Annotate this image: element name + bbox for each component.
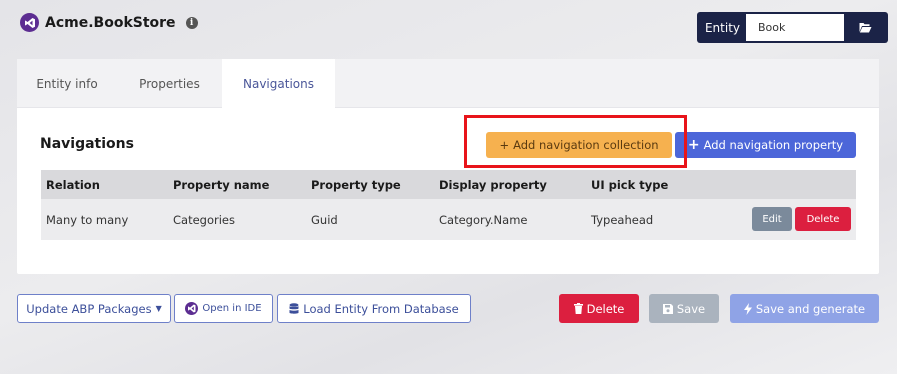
tab-properties[interactable]: Properties [117, 59, 222, 108]
save-and-generate-label: Save and generate [755, 301, 866, 316]
update-abp-packages-button[interactable]: Update ABP Packages ▼ [17, 294, 171, 323]
tab-bar: Entity info Properties Navigations [17, 59, 879, 108]
cell-property-type: Guid [311, 212, 338, 227]
trash-icon [573, 303, 583, 314]
open-in-ide-button[interactable]: Open in IDE [174, 294, 273, 323]
database-icon [289, 302, 299, 315]
app-title: Acme.BookStore [45, 14, 176, 31]
column-header-property-type: Property type [311, 177, 401, 192]
add-navigation-collection-label: Add navigation collection [513, 138, 659, 152]
column-header-relation: Relation [46, 177, 100, 192]
delete-row-button[interactable]: Delete [795, 207, 851, 231]
update-abp-packages-label: Update ABP Packages [26, 301, 152, 316]
plus-icon: + [687, 137, 700, 153]
bolt-icon [743, 302, 752, 315]
add-navigation-property-button[interactable]: + Add navigation property [675, 132, 856, 158]
table-row: Many to many Categories Guid Category.Na… [41, 199, 856, 240]
table-header: Relation Property name Property type Dis… [41, 170, 856, 199]
entity-input[interactable] [746, 14, 844, 41]
caret-down-icon: ▼ [155, 304, 162, 313]
cell-display-property: Category.Name [439, 212, 528, 227]
cell-ui-pick-type: Typeahead [591, 212, 654, 227]
folder-open-icon [859, 23, 871, 33]
delete-entity-label: Delete [586, 301, 625, 316]
load-entity-label: Load Entity From Database [303, 301, 459, 316]
add-navigation-collection-button[interactable]: + Add navigation collection [486, 132, 672, 158]
edit-row-button[interactable]: Edit [752, 207, 792, 231]
visual-studio-logo-icon [20, 13, 39, 32]
info-circle-icon[interactable]: i [185, 16, 198, 29]
add-navigation-property-label: Add navigation property [703, 138, 844, 152]
open-in-ide-label: Open in IDE [202, 303, 262, 314]
navigations-title: Navigations [40, 136, 134, 152]
tab-navigations[interactable]: Navigations [222, 59, 335, 108]
open-entity-button[interactable] [844, 14, 886, 41]
plus-icon: + [499, 138, 510, 152]
entity-selector: Entity [697, 12, 888, 43]
column-header-property-name: Property name [173, 177, 270, 192]
load-entity-from-database-button[interactable]: Load Entity From Database [277, 294, 471, 323]
save-and-generate-button[interactable]: Save and generate [730, 294, 879, 323]
tab-entity-info[interactable]: Entity info [17, 59, 117, 108]
entity-label: Entity [704, 20, 741, 35]
navigations-table: Relation Property name Property type Dis… [41, 170, 856, 240]
cell-property-name: Categories [173, 212, 235, 227]
save-icon [662, 303, 673, 314]
column-header-ui-pick-type: UI pick type [591, 177, 669, 192]
app-header: Acme.BookStore i [20, 13, 198, 32]
delete-entity-button[interactable]: Delete [559, 294, 639, 323]
entity-card: Entity info Properties Navigations Navig… [17, 59, 879, 274]
save-button[interactable]: Save [649, 294, 719, 323]
cell-relation: Many to many [46, 212, 129, 227]
column-header-display-property: Display property [439, 177, 547, 192]
save-label: Save [676, 301, 706, 316]
visual-studio-icon [185, 302, 199, 315]
